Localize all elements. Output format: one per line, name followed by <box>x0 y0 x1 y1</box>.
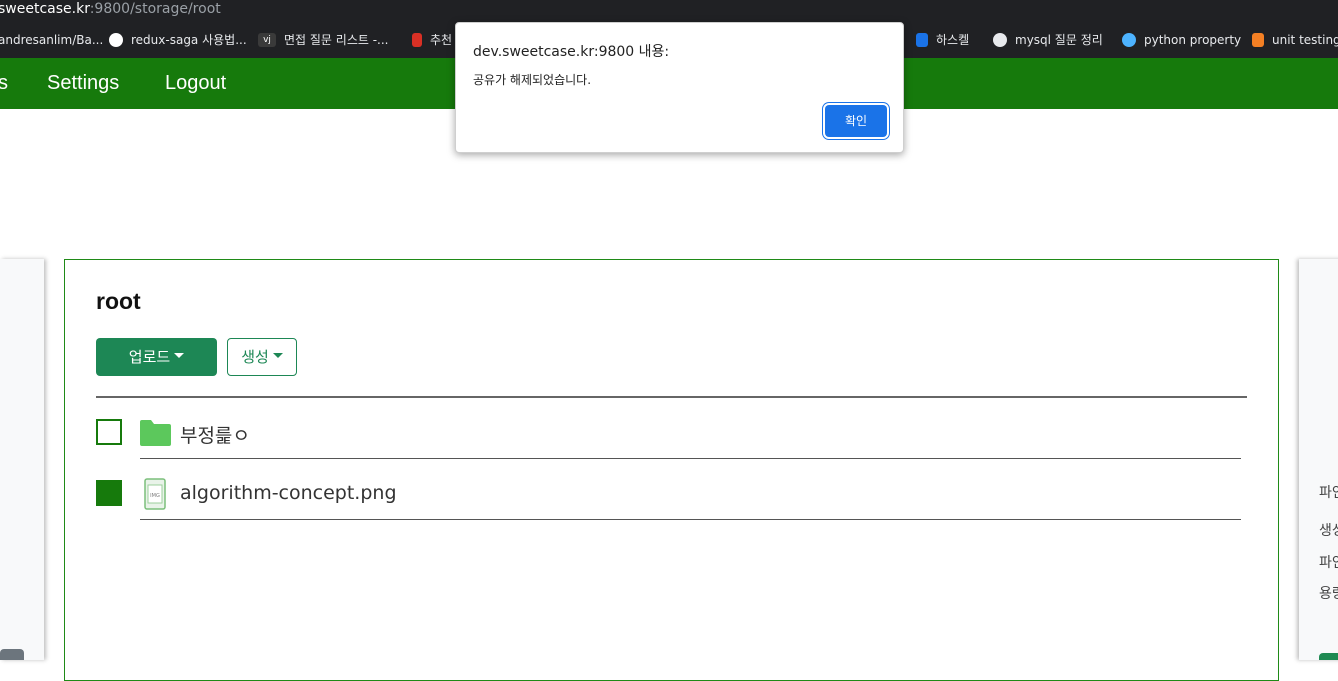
right-info-panel: 파인 생성 파인 용량 <box>1299 259 1338 660</box>
svg-text:IMG: IMG <box>150 493 160 499</box>
url-path: :9800/storage/root <box>89 1 221 17</box>
bookmark-8[interactable]: unit testing <box>1252 22 1338 58</box>
bookmark-3[interactable]: vj 면접 질문 리스트 -... <box>258 22 389 58</box>
stackoverflow-icon <box>1252 32 1264 47</box>
cloud-icon <box>993 32 1007 47</box>
right-panel-button[interactable] <box>1319 653 1338 660</box>
velog-icon: vj <box>258 32 276 47</box>
bookmark-4[interactable]: 추천 <box>412 22 452 58</box>
left-panel-button[interactable] <box>0 649 24 660</box>
dialog-title: dev.sweetcase.kr:9800 내용: <box>473 44 670 60</box>
file-row[interactable]: IMG algorithm-concept.png <box>96 478 1242 536</box>
url-host: sweetcase.kr <box>0 1 90 17</box>
dialog-message: 공유가 해제되었습니다. <box>473 73 592 87</box>
file-row[interactable]: 부정릁ㅇ <box>96 419 1242 475</box>
python-icon <box>1122 32 1136 47</box>
nav-link-partial[interactable]: s <box>0 58 8 109</box>
row-divider <box>140 458 1241 459</box>
image-file-icon: IMG <box>144 478 166 510</box>
row-checkbox[interactable] <box>96 419 122 445</box>
file-name[interactable]: 부정릁ㅇ <box>180 421 250 448</box>
globe-icon <box>109 32 123 47</box>
folder-icon <box>140 420 171 446</box>
bookmark-7[interactable]: python property <box>1122 22 1241 58</box>
bookmark-red-icon <box>412 32 422 47</box>
left-side-panel <box>0 259 44 660</box>
file-info-label: 파인 <box>1319 485 1338 501</box>
bookmark-2[interactable]: redux-saga 사용법... <box>109 22 247 58</box>
file-name[interactable]: algorithm-concept.png <box>180 482 397 504</box>
storage-card: root 업로드 생성 부정릁ㅇ IMG algorithm-concept.p… <box>64 259 1279 681</box>
address-bar[interactable]: sweetcase.kr:9800/storage/root <box>0 0 1338 22</box>
bookmark-5[interactable]: 하스켈 <box>916 22 969 58</box>
alert-dialog: dev.sweetcase.kr:9800 내용: 공유가 해제되었습니다. 확… <box>455 22 904 153</box>
file-type-label: 파인 <box>1319 555 1338 571</box>
caret-down-icon <box>174 353 185 358</box>
bookmark-1[interactable]: andresanlim/Ba... <box>0 22 103 58</box>
bookmark-6[interactable]: mysql 질문 정리 <box>993 22 1103 58</box>
page-title: root <box>96 288 141 314</box>
upload-dropdown-button[interactable]: 업로드 <box>96 338 217 376</box>
caret-down-icon <box>272 353 283 358</box>
row-divider <box>140 519 1241 520</box>
ok-button[interactable]: 확인 <box>825 105 887 137</box>
row-checkbox[interactable] <box>96 480 122 506</box>
w-icon <box>916 32 928 47</box>
created-label: 생성 <box>1319 523 1338 539</box>
nav-link-logout[interactable]: Logout <box>165 58 226 109</box>
list-divider <box>96 396 1247 398</box>
create-dropdown-button[interactable]: 생성 <box>227 338 297 376</box>
nav-link-settings[interactable]: Settings <box>47 58 119 109</box>
size-label: 용량 <box>1319 586 1338 602</box>
